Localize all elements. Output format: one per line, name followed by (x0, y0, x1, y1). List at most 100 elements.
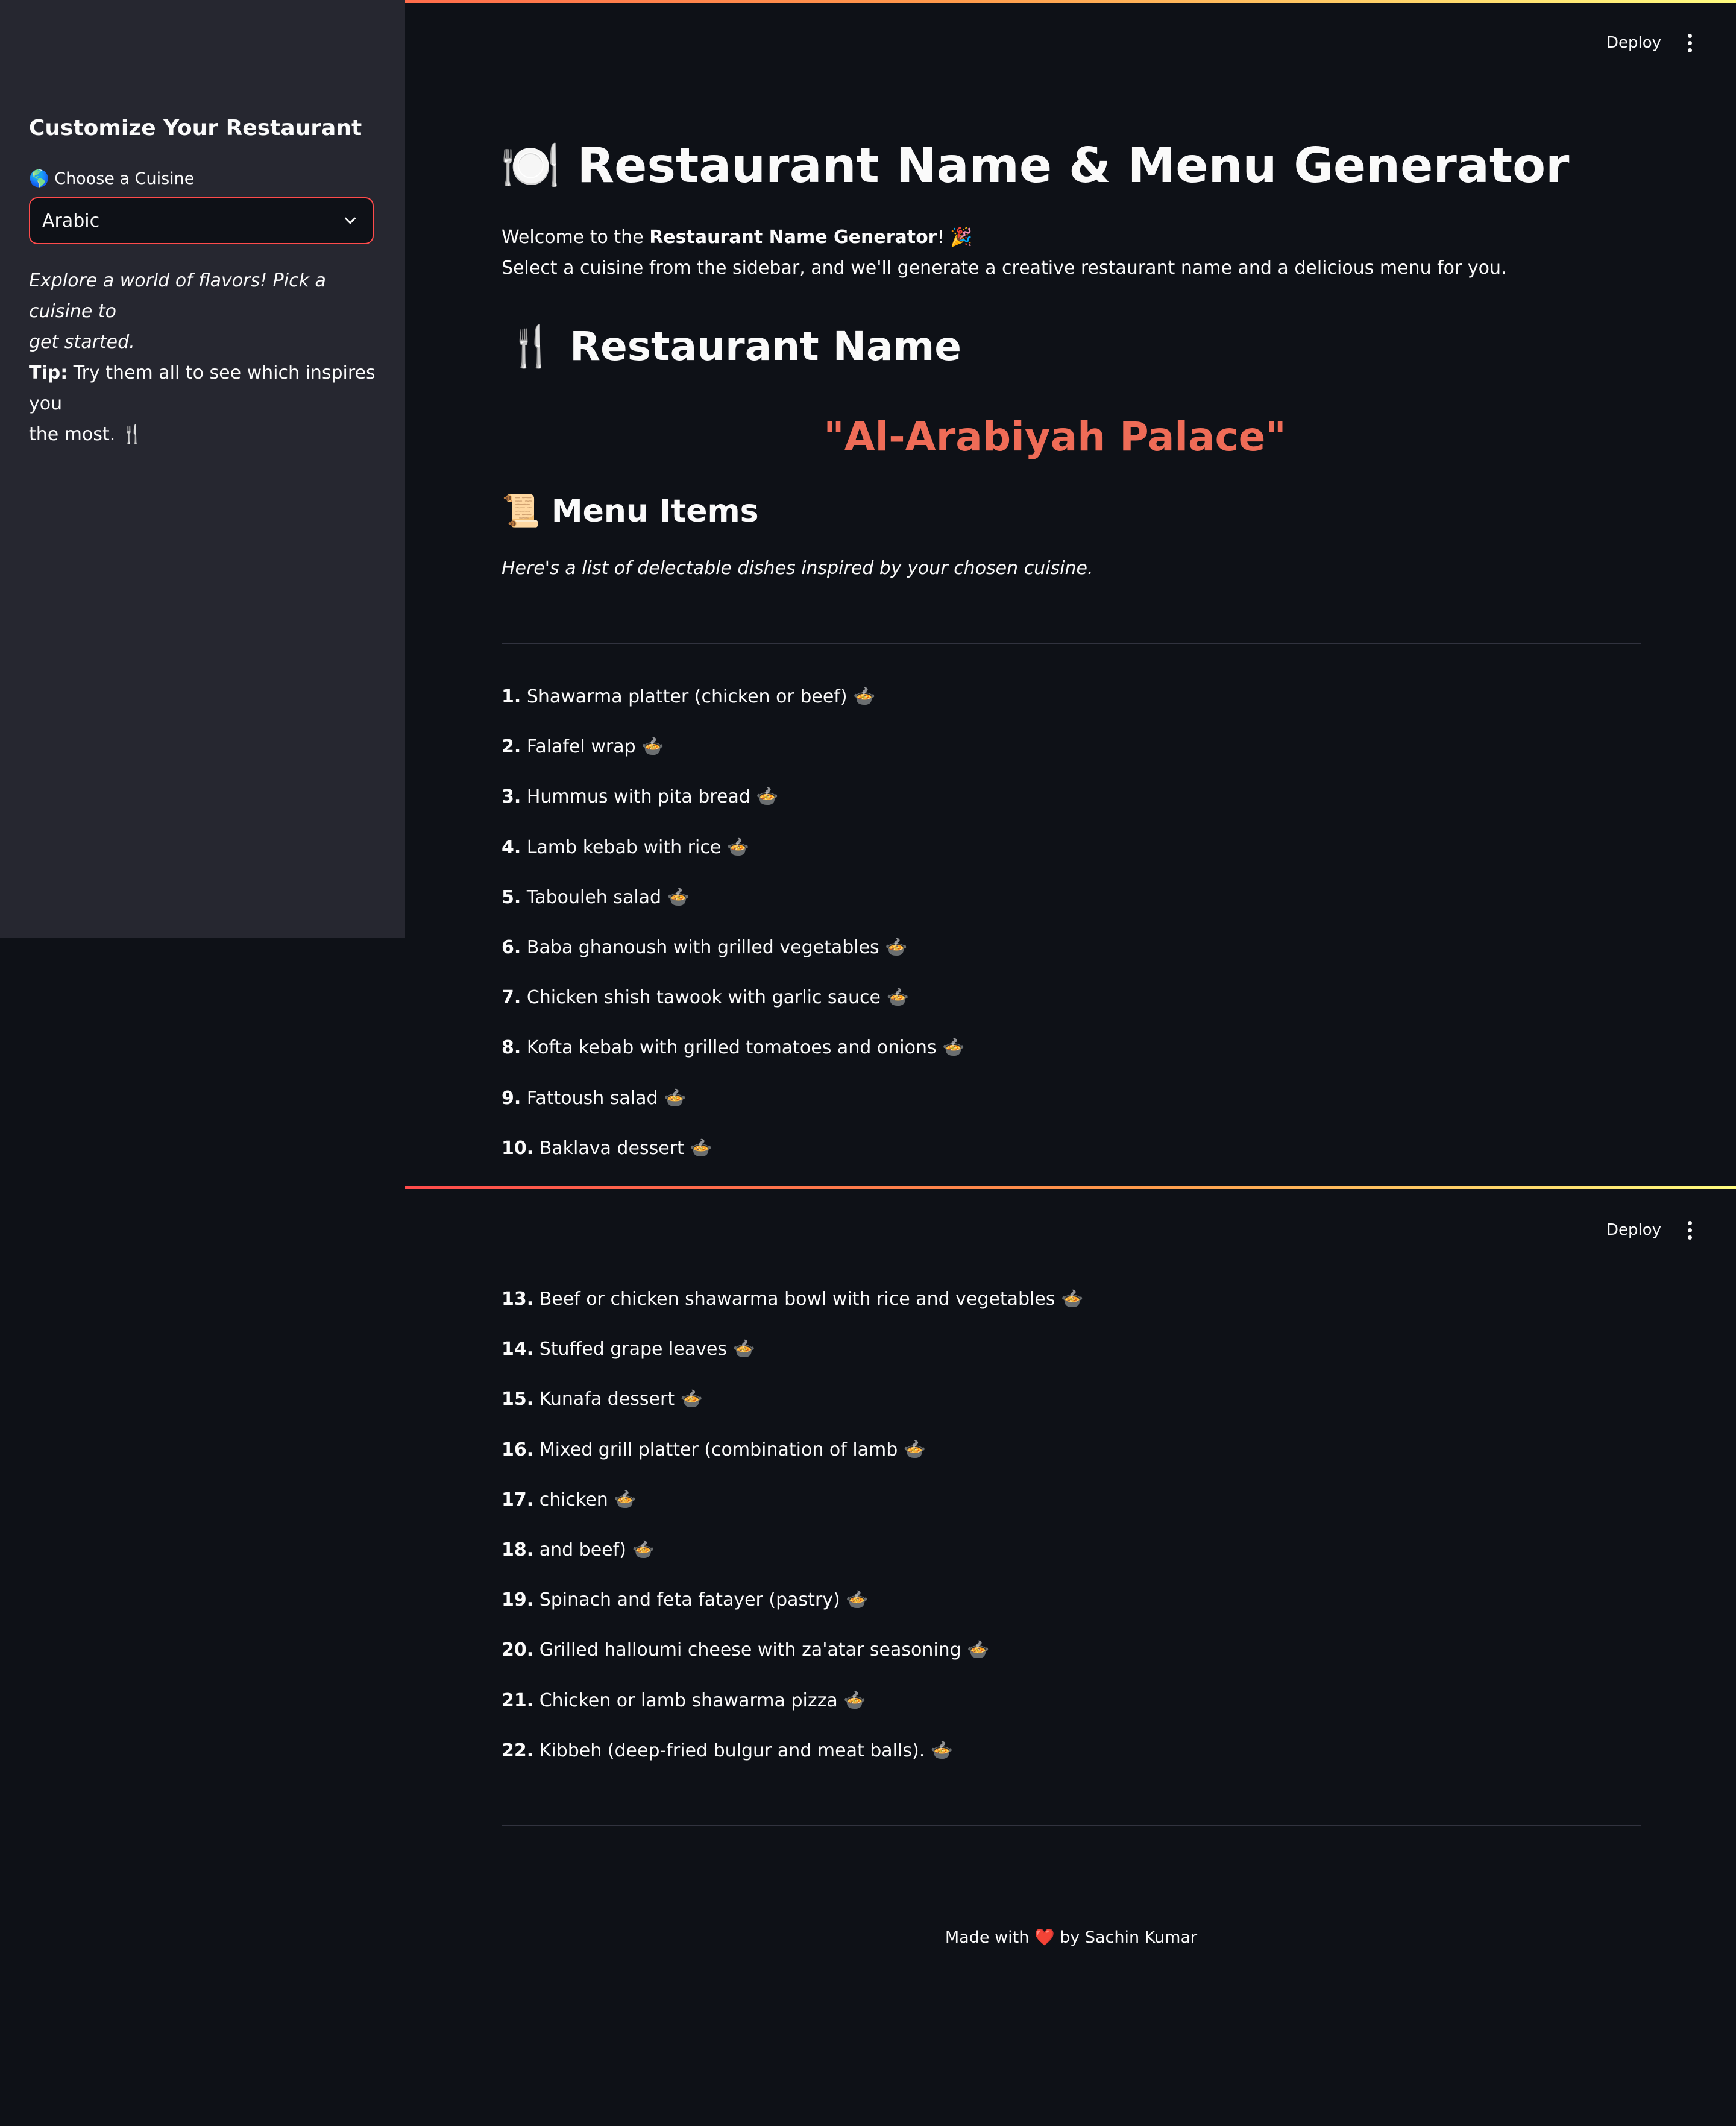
kebab-menu-icon[interactable] (1688, 34, 1693, 54)
restaurant-name-heading-text: Restaurant Name (570, 323, 962, 370)
menu-item-text: Hummus with pita bread (526, 786, 750, 808)
heart-icon: ❤️ (1034, 1928, 1055, 1947)
menu-item-number: 21. (502, 1689, 534, 1711)
menu-item-number: 4. (502, 836, 521, 858)
menu-item-number: 7. (502, 987, 521, 1009)
menu-item-text: Tabouleh salad (526, 886, 662, 908)
stew-icon: 🍲 (756, 786, 779, 808)
menu-item-number: 8. (502, 1037, 521, 1059)
footer-suffix: by Sachin Kumar (1054, 1928, 1198, 1947)
stew-icon: 🍲 (680, 1389, 703, 1410)
menu-item: 9. Fattoush salad 🍲 (502, 1088, 686, 1109)
menu-item-text: Kibbeh (deep-fried bulgur and meat balls… (539, 1740, 925, 1761)
menu-item-number: 13. (502, 1289, 534, 1310)
menu-item-text: Chicken shish tawook with garlic sauce (526, 987, 881, 1009)
sidebar-title: Customize Your Restaurant (29, 116, 362, 140)
menu-item: 1. Shawarma platter (chicken or beef) 🍲 (502, 686, 875, 707)
globe-icon: 🌎 (29, 169, 49, 188)
stew-icon: 🍲 (967, 1639, 990, 1661)
stew-icon: 🍲 (886, 987, 909, 1009)
menu-item-text: Chicken or lamb shawarma pizza (539, 1689, 838, 1711)
menu-item: 14. Stuffed grape leaves 🍲 (502, 1339, 755, 1360)
stew-icon: 🍲 (732, 1339, 755, 1360)
stew-icon: 🍲 (942, 1037, 965, 1059)
app-page: Customize Your Restaurant 🌎 Choose a Cui… (0, 0, 1736, 2126)
menu-item: 5. Tabouleh salad 🍲 (502, 887, 690, 908)
menu-item-text: Mixed grill platter (combination of lamb (539, 1439, 898, 1460)
tip-label: Tip: (29, 362, 68, 383)
stew-icon: 🍲 (853, 686, 876, 707)
stew-icon: 🍲 (690, 1137, 712, 1159)
menu-item-text: Falafel wrap (526, 736, 636, 758)
menu-item-number: 15. (502, 1389, 534, 1410)
welcome-prefix: Welcome to the (502, 227, 650, 248)
menu-item: 16. Mixed grill platter (combination of … (502, 1439, 926, 1460)
menu-item-number: 18. (502, 1539, 534, 1560)
menu-caption: Here's a list of delectable dishes inspi… (502, 558, 1093, 579)
stew-icon: 🍲 (1061, 1289, 1084, 1310)
welcome-text: Welcome to the Restaurant Name Generator… (502, 227, 972, 248)
menu-item: 8. Kofta kebab with grilled tomatoes and… (502, 1037, 965, 1058)
menu-item-text: Shawarma platter (chicken or beef) (526, 686, 848, 707)
tip-text: Try them all to see which inspires you (29, 362, 376, 414)
kebab-menu-icon[interactable] (1688, 1221, 1693, 1241)
menu-item-number: 2. (502, 736, 521, 758)
menu-item: 7. Chicken shish tawook with garlic sauc… (502, 987, 909, 1008)
menu-item-number: 3. (502, 786, 521, 808)
divider (502, 643, 1641, 644)
plate-icon: 🍽️ (500, 137, 561, 194)
stew-icon: 🍲 (843, 1689, 866, 1711)
menu-item: 19. Spinach and feta fatayer (pastry) 🍲 (502, 1589, 869, 1610)
menu-item: 22. Kibbeh (deep-fried bulgur and meat b… (502, 1740, 953, 1761)
menu-items-heading-text: Menu Items (551, 493, 759, 529)
menu-item: 3. Hummus with pita bread 🍲 (502, 786, 779, 807)
menu-item-text: Lamb kebab with rice (526, 836, 722, 858)
page-title: 🍽️ Restaurant Name & Menu Generator (500, 137, 1569, 194)
stew-icon: 🍲 (664, 1087, 687, 1109)
sidebar-intro-line-1: Explore a world of flavors! Pick a cuisi… (29, 270, 326, 322)
menu-item: 18. and beef) 🍲 (502, 1539, 655, 1560)
menu-item-number: 6. (502, 937, 521, 958)
menu-item-text: Kofta kebab with grilled tomatoes and on… (526, 1037, 937, 1059)
menu-item-number: 1. (502, 686, 521, 707)
deploy-button[interactable]: Deploy (1606, 1221, 1661, 1239)
cuisine-select-value: Arabic (42, 210, 100, 232)
footer-prefix: Made with (945, 1928, 1034, 1947)
deploy-button[interactable]: Deploy (1606, 34, 1661, 52)
footer-credit: Made with ❤️ by Sachin Kumar (502, 1928, 1641, 1947)
menu-item-text: Kunafa dessert (539, 1389, 675, 1410)
welcome-bold: Restaurant Name Generator (649, 227, 937, 248)
menu-item-text: Baklava dessert (539, 1137, 684, 1159)
stew-icon: 🍲 (846, 1589, 869, 1611)
menu-item-text: Baba ghanoush with grilled vegetables (526, 937, 879, 958)
menu-item-text: Fattoush salad (526, 1087, 658, 1109)
menu-item-number: 5. (502, 886, 521, 908)
chevron-down-icon (345, 217, 356, 224)
cuisine-select[interactable]: Arabic (29, 197, 374, 244)
menu-item-text: Beef or chicken shawarma bowl with rice … (539, 1289, 1055, 1310)
stew-icon: 🍲 (930, 1740, 954, 1761)
menu-item-number: 16. (502, 1439, 534, 1460)
page-title-text: Restaurant Name & Menu Generator (577, 137, 1570, 194)
stew-icon: 🍲 (885, 937, 908, 958)
menu-item-number: 9. (502, 1087, 521, 1109)
welcome-suffix: ! 🎉 (937, 227, 973, 248)
menu-item: 15. Kunafa dessert 🍲 (502, 1389, 703, 1410)
menu-item-text: Spinach and feta fatayer (pastry) (539, 1589, 840, 1611)
cuisine-select-label-text: Choose a Cuisine (54, 169, 195, 188)
menu-item: 6. Baba ghanoush with grilled vegetables… (502, 937, 908, 958)
sidebar-intro: Explore a world of flavors! Pick a cuisi… (29, 265, 379, 450)
menu-item-number: 10. (502, 1137, 534, 1159)
sidebar-intro-line-2: get started. (29, 332, 135, 353)
menu-item-text: Grilled halloumi cheese with za'atar sea… (539, 1639, 961, 1661)
fork-knife-icon: 🍴 (506, 323, 556, 370)
menu-item: 10. Baklava dessert 🍲 (502, 1138, 712, 1159)
menu-item-number: 17. (502, 1489, 534, 1510)
menu-item-number: 20. (502, 1639, 534, 1661)
stew-icon: 🍲 (726, 836, 750, 858)
restaurant-name-heading: 🍴 Restaurant Name (506, 323, 961, 370)
cuisine-select-label: 🌎 Choose a Cuisine (29, 169, 194, 188)
menu-item: 17. chicken 🍲 (502, 1489, 637, 1510)
menu-item-text: and beef) (539, 1539, 626, 1560)
sidebar-tip-line-1: Tip: Try them all to see which inspires … (29, 358, 379, 419)
